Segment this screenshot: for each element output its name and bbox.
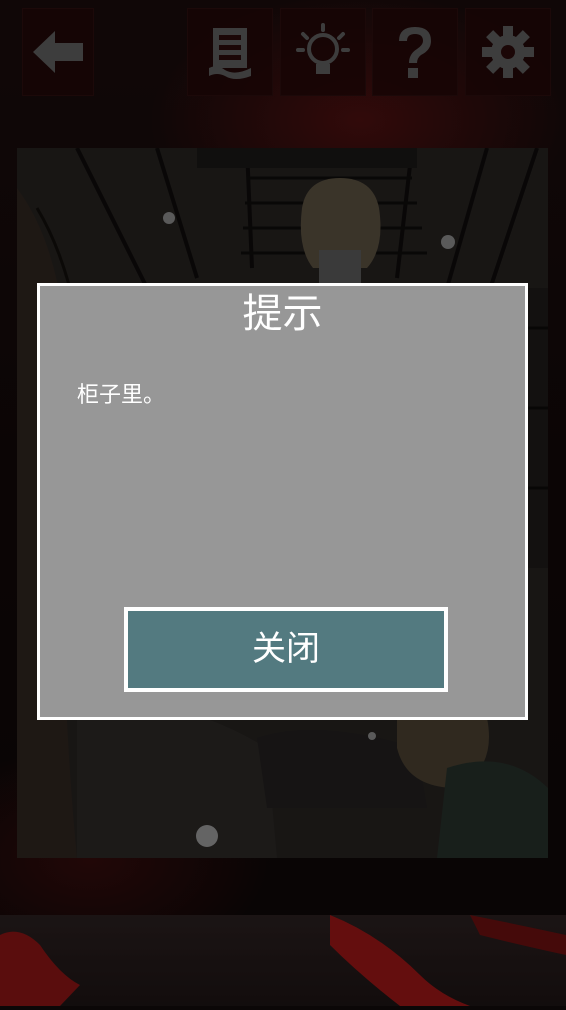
hint-dialog: 提示 柜子里。 关闭 [37, 283, 528, 720]
dialog-title: 提示 [242, 291, 323, 337]
dialog-message: 柜子里。 [77, 383, 166, 408]
close-button[interactable]: 关闭 [124, 607, 448, 692]
